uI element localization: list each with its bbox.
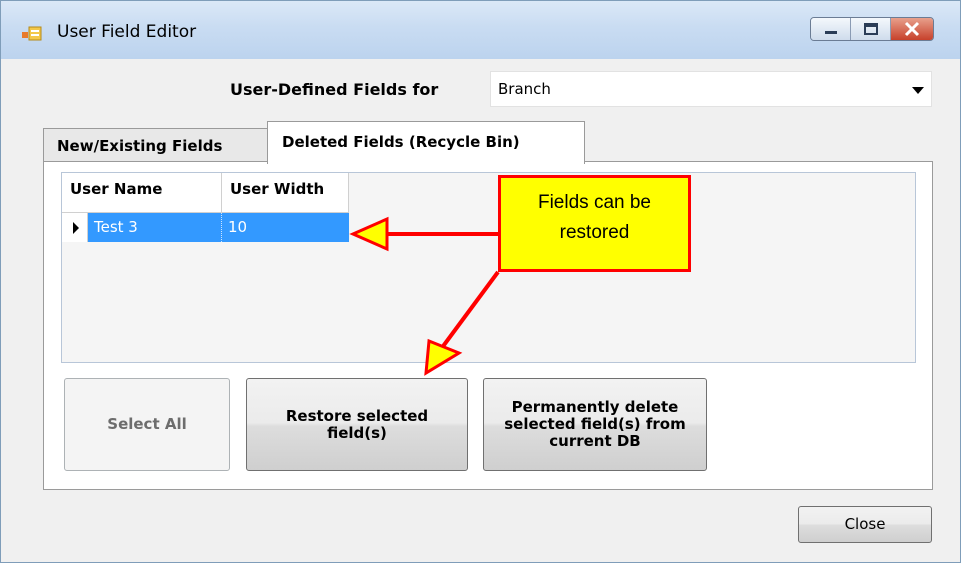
permanently-delete-button[interactable]: Permanently delete selected field(s) fro… xyxy=(483,378,707,471)
dropdown-arrow-icon[interactable] xyxy=(912,87,924,94)
permanently-delete-label: Permanently delete selected field(s) fro… xyxy=(504,398,686,450)
app-icon xyxy=(22,26,42,41)
select-all-label: Select All xyxy=(107,415,187,433)
fields-for-value: Branch xyxy=(498,80,551,98)
callout-text: Fields can be restored xyxy=(537,192,651,243)
maximize-icon xyxy=(864,23,878,35)
title-bar[interactable]: User Field Editor xyxy=(1,1,960,59)
close-icon xyxy=(904,21,920,37)
current-row-arrow-icon xyxy=(73,222,79,234)
restore-label: Restore selected field(s) xyxy=(285,406,429,442)
minimize-icon xyxy=(825,31,837,34)
close-button[interactable]: Close xyxy=(798,506,932,543)
row-header[interactable] xyxy=(62,213,88,242)
close-label: Close xyxy=(844,515,886,533)
select-all-button[interactable]: Select All xyxy=(64,378,230,471)
minimize-button[interactable] xyxy=(811,18,851,40)
app-window: User Field Editor User-Defined Fields fo… xyxy=(0,0,961,563)
fields-for-label: User-Defined Fields for xyxy=(230,80,439,99)
column-header-user-width[interactable]: User Width xyxy=(222,173,349,213)
window-controls xyxy=(810,17,934,41)
window-title: User Field Editor xyxy=(57,22,197,42)
deleted-fields-grid[interactable]: User Name User Width Test 3 10 xyxy=(61,172,916,363)
tab-label: New/Existing Fields xyxy=(57,137,223,155)
tab-deleted-fields[interactable]: Deleted Fields (Recycle Bin) xyxy=(267,121,585,164)
fields-for-combo[interactable]: Branch xyxy=(490,71,932,107)
column-header-user-name[interactable]: User Name xyxy=(62,173,222,213)
cell-user-name[interactable]: Test 3 xyxy=(88,213,222,242)
tab-new-existing-fields[interactable]: New/Existing Fields xyxy=(43,128,268,162)
tab-label: Deleted Fields (Recycle Bin) xyxy=(282,133,520,151)
maximize-button[interactable] xyxy=(851,18,891,40)
close-window-button[interactable] xyxy=(891,18,933,40)
callout-box: Fields can be restored xyxy=(498,175,691,272)
restore-selected-button[interactable]: Restore selected field(s) xyxy=(246,378,468,471)
cell-user-width[interactable]: 10 xyxy=(222,213,349,242)
